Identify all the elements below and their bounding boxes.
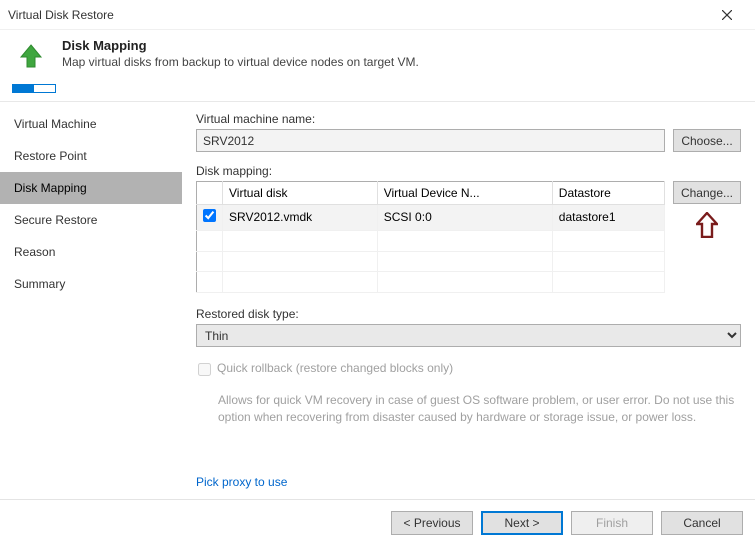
window-title: Virtual Disk Restore (8, 8, 707, 22)
restore-arrow-icon (12, 40, 50, 78)
quick-rollback-label: Quick rollback (restore changed blocks o… (217, 361, 453, 375)
col-header-virtual-device[interactable]: Virtual Device N... (377, 182, 552, 205)
vm-name-input[interactable] (196, 129, 665, 152)
wizard-header: Disk Mapping Map virtual disks from back… (0, 30, 755, 84)
sidebar-item-restore-point[interactable]: Restore Point (0, 140, 182, 172)
sidebar-item-virtual-machine[interactable]: Virtual Machine (0, 108, 182, 140)
close-button[interactable] (707, 1, 747, 29)
sidebar-item-disk-mapping[interactable]: Disk Mapping (0, 172, 182, 204)
quick-rollback-description: Allows for quick VM recovery in case of … (218, 392, 738, 426)
vm-name-label: Virtual machine name: (196, 112, 741, 126)
page-subtitle: Map virtual disks from backup to virtual… (62, 55, 419, 69)
titlebar: Virtual Disk Restore (0, 0, 755, 30)
wizard-footer: < Previous Next > Finish Cancel (0, 499, 755, 546)
cancel-button[interactable]: Cancel (661, 511, 743, 535)
progress-indicator (0, 84, 755, 101)
restored-disk-type-select[interactable]: Thin (196, 324, 741, 347)
col-header-datastore[interactable]: Datastore (552, 182, 664, 205)
finish-button: Finish (571, 511, 653, 535)
sidebar-item-summary[interactable]: Summary (0, 268, 182, 300)
sidebar-item-reason[interactable]: Reason (0, 236, 182, 268)
previous-button[interactable]: < Previous (391, 511, 473, 535)
col-header-virtual-disk[interactable]: Virtual disk (223, 182, 378, 205)
disk-mapping-label: Disk mapping: (196, 164, 741, 178)
change-button[interactable]: Change... (673, 181, 741, 204)
cell-datastore: datastore1 (552, 205, 664, 231)
restored-disk-type-label: Restored disk type: (196, 307, 741, 321)
sidebar-item-secure-restore[interactable]: Secure Restore (0, 204, 182, 236)
wizard-steps-sidebar: Virtual Machine Restore Point Disk Mappi… (0, 102, 182, 499)
cell-virtual-disk: SRV2012.vmdk (223, 205, 378, 231)
page-title: Disk Mapping (62, 38, 419, 53)
disk-mapping-table[interactable]: Virtual disk Virtual Device N... Datasto… (196, 181, 665, 293)
pick-proxy-link[interactable]: Pick proxy to use (196, 475, 287, 489)
close-icon (722, 10, 732, 20)
attention-arrow-icon (696, 212, 718, 241)
table-row[interactable]: SRV2012.vmdk SCSI 0:0 datastore1 (197, 205, 665, 231)
choose-button[interactable]: Choose... (673, 129, 741, 152)
row-checkbox[interactable] (203, 209, 216, 222)
next-button[interactable]: Next > (481, 511, 563, 535)
quick-rollback-checkbox (198, 363, 211, 376)
cell-virtual-device: SCSI 0:0 (377, 205, 552, 231)
col-header-checkbox (197, 182, 223, 205)
content-pane: Virtual machine name: Choose... Disk map… (182, 102, 755, 499)
